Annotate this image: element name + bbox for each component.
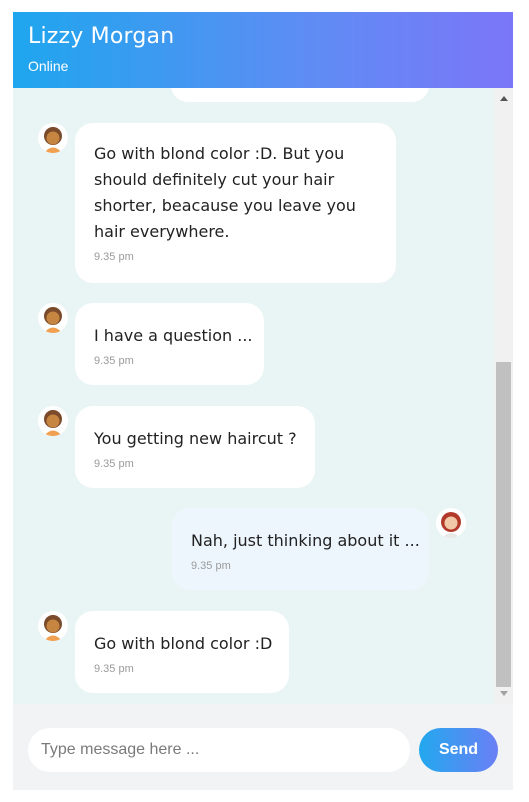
send-button[interactable]: Send [419, 728, 498, 772]
red-haired-woman-avatar [436, 508, 466, 538]
message-composer: Send [13, 704, 513, 790]
message-bubble: I have a question ... 9.35 pm [75, 303, 264, 385]
scrollbar-thumb[interactable] [496, 362, 511, 687]
contact-status: Online [28, 58, 69, 74]
message-bubble: You getting new haircut ? 9.35 pm [75, 406, 315, 488]
message-list[interactable]: Go with blond color :D. But you should d… [13, 88, 494, 704]
message-time: 9.35 pm [191, 560, 231, 572]
message-list-scrollbar[interactable] [494, 88, 513, 704]
brown-haired-woman-avatar [38, 611, 68, 641]
message-bubble: Go with blond color :D. But you should d… [75, 123, 396, 283]
scroll-up-arrow-icon[interactable] [500, 96, 508, 101]
message-text: I have a question ... [94, 326, 253, 345]
chat-header: Lizzy Morgan Online [13, 12, 513, 88]
brown-haired-woman-avatar [38, 303, 68, 333]
message-bubble-partial [171, 88, 429, 102]
message-time: 9.35 pm [94, 355, 134, 367]
brown-haired-woman-avatar [38, 123, 68, 153]
message-input[interactable] [28, 728, 410, 772]
message-time: 9.35 pm [94, 663, 134, 675]
message-bubble: Go with blond color :D 9.35 pm [75, 611, 289, 693]
message-text: Go with blond color :D. But you should d… [94, 144, 356, 241]
message-text: Go with blond color :D [94, 634, 273, 653]
message-time: 9.35 pm [94, 251, 134, 263]
message-time: 9.35 pm [94, 458, 134, 470]
brown-haired-woman-avatar [38, 406, 68, 436]
message-text: You getting new haircut ? [94, 429, 297, 448]
message-bubble-outgoing: Nah, just thinking about it ... 9.35 pm [172, 508, 429, 590]
message-text: Nah, just thinking about it ... [191, 531, 420, 550]
chat-widget: Lizzy Morgan Online Go with blond color … [13, 12, 513, 790]
contact-name: Lizzy Morgan [28, 24, 175, 49]
scroll-down-arrow-icon[interactable] [500, 691, 508, 696]
